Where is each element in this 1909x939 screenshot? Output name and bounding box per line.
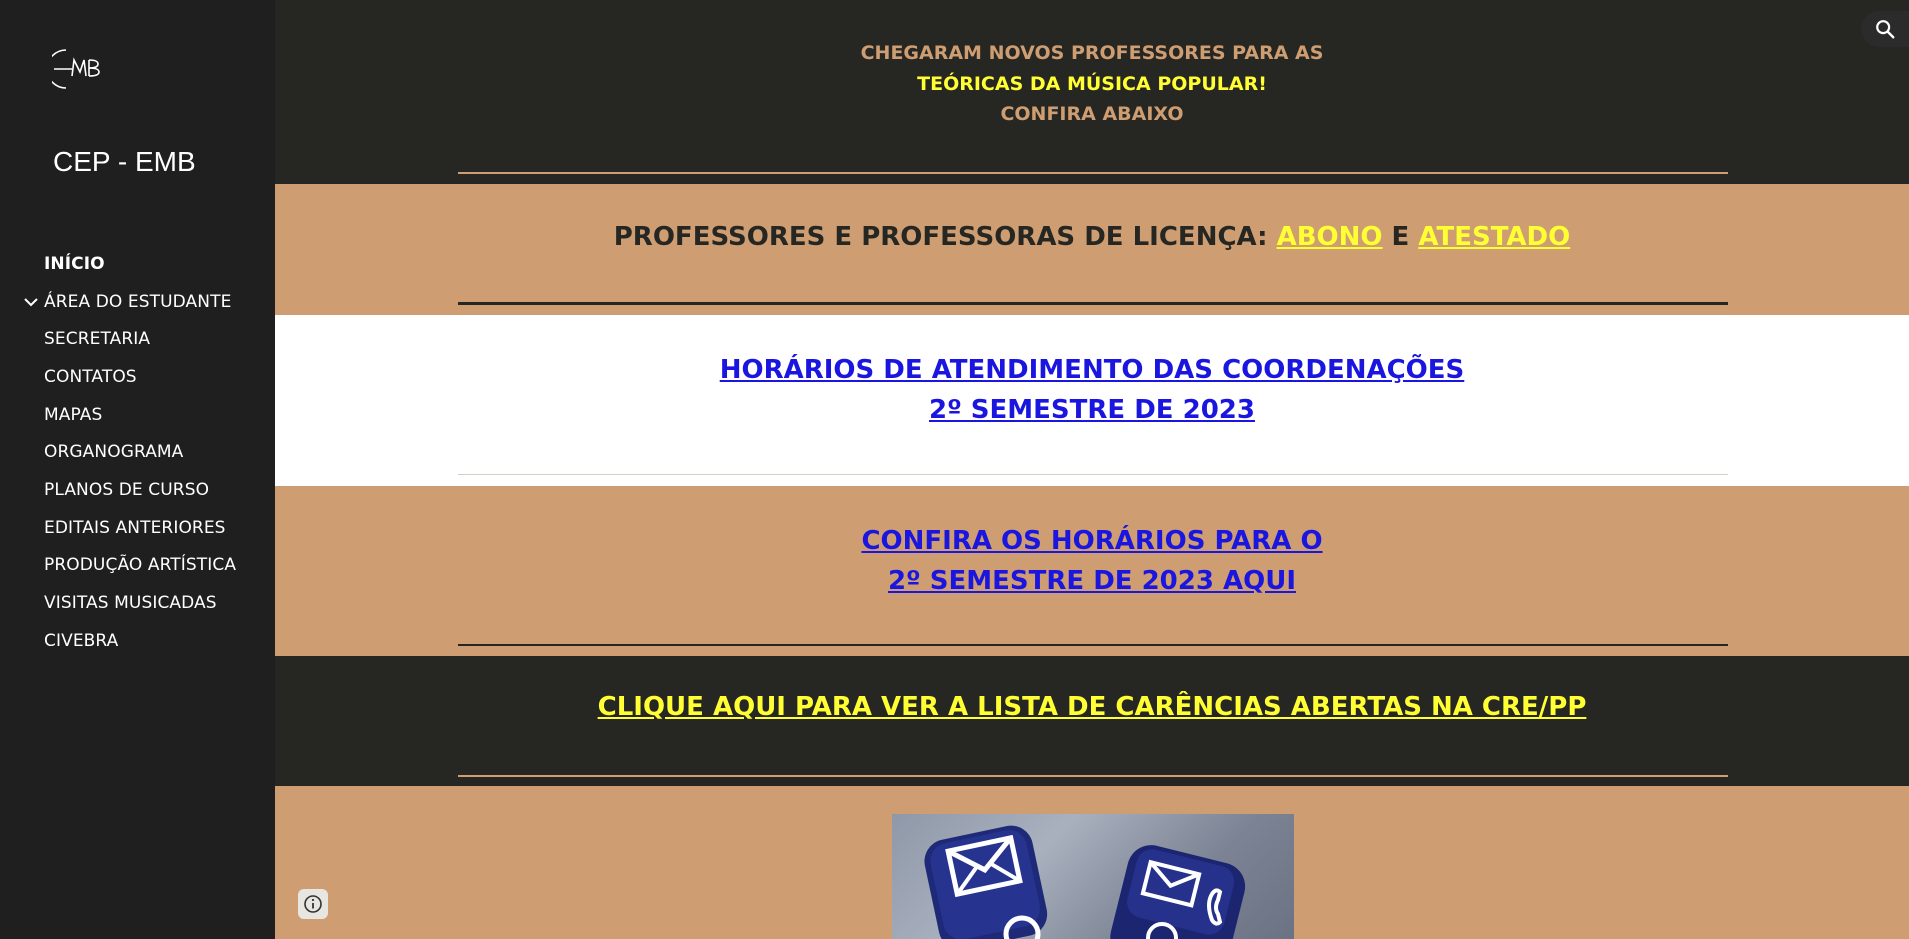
carencias-link[interactable]: CLIQUE AQUI PARA VER A LISTA DE CARÊNCIA… bbox=[598, 692, 1587, 722]
divider bbox=[458, 644, 1728, 646]
announcement-section: CHEGARAM NOVOS PROFESSORES PARA AS TEÓRI… bbox=[275, 0, 1909, 184]
dice-illustration bbox=[924, 825, 1246, 939]
divider bbox=[458, 474, 1728, 475]
carencias-link-wrap: CLIQUE AQUI PARA VER A LISTA DE CARÊNCIA… bbox=[275, 692, 1909, 722]
nav-item-editais-anteriores[interactable]: EDITAIS ANTERIORES bbox=[0, 509, 275, 547]
horarios-links: HORÁRIOS DE ATENDIMENTO DAS COORDENAÇÕES… bbox=[275, 350, 1909, 430]
divider bbox=[458, 172, 1728, 174]
announcement-line-2: TEÓRICAS DA MÚSICA POPULAR! bbox=[917, 72, 1267, 95]
chevron-down-icon[interactable] bbox=[22, 293, 40, 311]
confira-links: CONFIRA OS HORÁRIOS PARA O 2º SEMESTRE D… bbox=[275, 521, 1909, 601]
nav-item-label: INÍCIO bbox=[44, 253, 105, 274]
horarios-semestre-link[interactable]: 2º SEMESTRE DE 2023 bbox=[929, 395, 1255, 425]
licenca-prefix: PROFESSORES E PROFESSORAS DE LICENÇA: bbox=[613, 222, 1277, 252]
horarios-coordenacoes-link[interactable]: HORÁRIOS DE ATENDIMENTO DAS COORDENAÇÕES bbox=[720, 355, 1465, 385]
confira-section: CONFIRA OS HORÁRIOS PARA O 2º SEMESTRE D… bbox=[275, 486, 1909, 656]
nav-item-civebra[interactable]: CIVEBRA bbox=[0, 622, 275, 660]
nav-item-label: SECRETARIA bbox=[44, 329, 151, 350]
nav-item-label: EDITAIS ANTERIORES bbox=[44, 517, 226, 538]
nav-item-organograma[interactable]: ORGANOGRAMA bbox=[0, 433, 275, 471]
divider bbox=[458, 302, 1728, 305]
nav-item-label: PRODUÇÃO ARTÍSTICA bbox=[44, 555, 237, 576]
emb-logo-icon[interactable] bbox=[52, 48, 104, 90]
nav-item-visitas-musicadas[interactable]: VISITAS MUSICADAS bbox=[0, 584, 275, 622]
nav-item-label: MAPAS bbox=[44, 404, 103, 425]
sidebar: CEP - EMB INÍCIO ÁREA DO ESTUDANTE SECRE… bbox=[0, 0, 275, 939]
confira-semestre-link[interactable]: 2º SEMESTRE DE 2023 AQUI bbox=[888, 566, 1296, 596]
site-title[interactable]: CEP - EMB bbox=[53, 146, 196, 178]
atestado-link[interactable]: ATESTADO bbox=[1418, 222, 1570, 252]
nav-item-label: PLANOS DE CURSO bbox=[44, 479, 210, 500]
abono-link[interactable]: ABONO bbox=[1277, 222, 1383, 252]
divider bbox=[458, 775, 1728, 777]
nav-item-label: VISITAS MUSICADAS bbox=[44, 593, 217, 614]
nav-item-label: CIVEBRA bbox=[44, 630, 119, 651]
confira-horarios-link[interactable]: CONFIRA OS HORÁRIOS PARA O bbox=[861, 526, 1322, 556]
carencias-section: CLIQUE AQUI PARA VER A LISTA DE CARÊNCIA… bbox=[275, 656, 1909, 786]
nav-item-area-do-estudante[interactable]: ÁREA DO ESTUDANTE bbox=[0, 283, 275, 321]
nav-item-planos-de-curso[interactable]: PLANOS DE CURSO bbox=[0, 471, 275, 509]
nav-item-inicio[interactable]: INÍCIO bbox=[0, 245, 275, 283]
search-button[interactable] bbox=[1861, 11, 1909, 47]
contact-dice-image bbox=[892, 814, 1294, 939]
licenca-middle: E bbox=[1382, 222, 1419, 252]
announcement-line-1: CHEGARAM NOVOS PROFESSORES PARA AS bbox=[860, 42, 1324, 64]
licenca-section: PROFESSORES E PROFESSORAS DE LICENÇA: AB… bbox=[275, 184, 1909, 315]
site-info-button[interactable] bbox=[298, 889, 328, 919]
horarios-section: HORÁRIOS DE ATENDIMENTO DAS COORDENAÇÕES… bbox=[275, 315, 1909, 486]
site-nav: INÍCIO ÁREA DO ESTUDANTE SECRETARIA CONT… bbox=[0, 245, 275, 660]
announcement-text: CHEGARAM NOVOS PROFESSORES PARA AS TEÓRI… bbox=[275, 38, 1909, 130]
search-icon bbox=[1876, 20, 1895, 39]
nav-item-label: CONTATOS bbox=[44, 366, 137, 387]
nav-item-label: ORGANOGRAMA bbox=[44, 442, 184, 463]
nav-item-producao-artistica[interactable]: PRODUÇÃO ARTÍSTICA bbox=[0, 547, 275, 585]
nav-item-mapas[interactable]: MAPAS bbox=[0, 396, 275, 434]
licenca-heading: PROFESSORES E PROFESSORAS DE LICENÇA: AB… bbox=[275, 222, 1909, 252]
nav-item-label: ÁREA DO ESTUDANTE bbox=[44, 291, 232, 312]
announcement-line-3: CONFIRA ABAIXO bbox=[1000, 103, 1184, 125]
nav-item-secretaria[interactable]: SECRETARIA bbox=[0, 320, 275, 358]
main-content: CHEGARAM NOVOS PROFESSORES PARA AS TEÓRI… bbox=[275, 0, 1909, 939]
nav-item-contatos[interactable]: CONTATOS bbox=[0, 358, 275, 396]
info-icon bbox=[304, 895, 322, 913]
